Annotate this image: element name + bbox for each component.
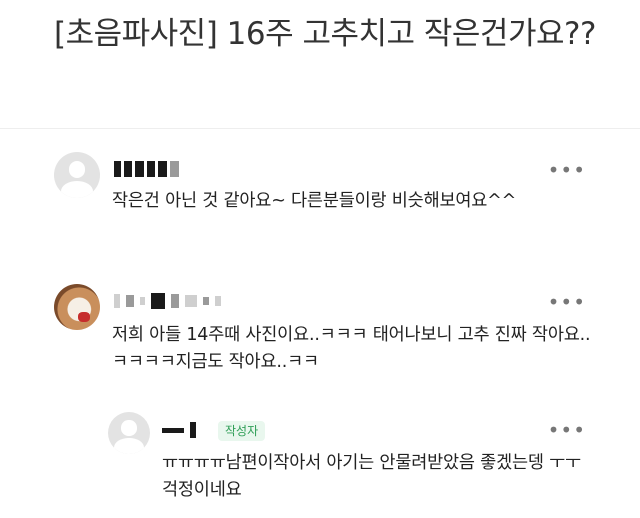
default-avatar-icon[interactable] <box>108 412 150 454</box>
more-options-icon[interactable]: ••• <box>548 292 586 312</box>
author-name-redacted[interactable] <box>114 161 179 177</box>
author-name-redacted[interactable] <box>114 293 221 309</box>
comment-text: 저희 아들 14주때 사진이요..ㅋㅋㅋ 태어나보니 고추 진짜 작아요..ㅋㅋ… <box>112 325 591 372</box>
comment-text: 작은건 아닌 것 같아요~ 다른분들이랑 비슷해보여요^^ <box>112 191 517 211</box>
more-options-icon[interactable]: ••• <box>548 420 586 440</box>
post-title: [초음파사진] 16주 고추치고 작은건가요?? <box>54 16 596 52</box>
more-options-icon[interactable]: ••• <box>548 160 586 180</box>
divider <box>0 128 640 129</box>
reply-text: ㅠㅠㅠㅠ남편이작아서 아기는 안물려받았음 좋겠는뎅 ㅜㅜ걱정이네요 <box>162 453 581 500</box>
author-name-redacted[interactable] <box>162 422 196 438</box>
author-badge: 작성자 <box>218 421 266 441</box>
profile-photo-avatar[interactable] <box>54 284 100 330</box>
default-avatar-icon[interactable] <box>54 152 100 198</box>
